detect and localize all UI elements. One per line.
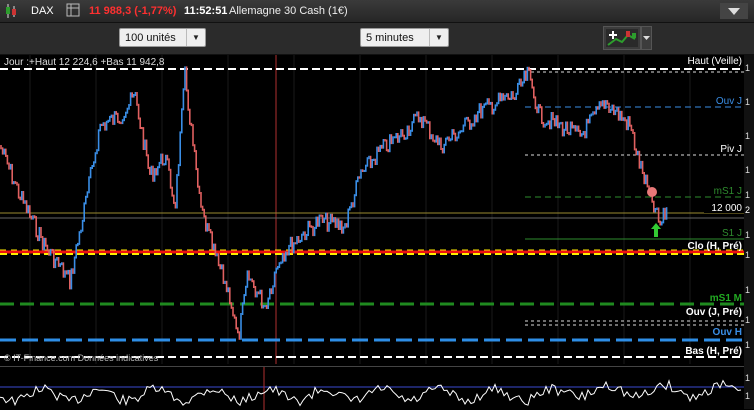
scale-mark: 1	[745, 190, 751, 200]
price-change: 11 988,3 (-1,77%)	[89, 5, 177, 17]
level-label-s1-j: S1 J	[721, 228, 742, 239]
scale-mark: 1	[745, 165, 751, 175]
scale-mark: 2	[745, 205, 751, 215]
period-select[interactable]: 5 minutes ▼	[360, 28, 449, 47]
level-label-bas-h-pre: Bas (H, Pré)	[685, 346, 742, 357]
period-select-value: 5 minutes	[366, 32, 414, 44]
daily-high-low-info: Jour :+Haut 12 224,6 +Bas 11 942,8	[4, 57, 165, 68]
clock-time: 11:52:51	[184, 5, 228, 17]
chevron-down-icon	[643, 36, 650, 40]
scale-mark: 1	[745, 63, 751, 73]
chart-tools-icon	[606, 29, 638, 47]
quantity-select-value: 100 unités	[125, 32, 176, 44]
chart-tools-button[interactable]	[603, 26, 641, 50]
level-label-ouv-j: Ouv J	[715, 96, 742, 107]
level-label-ms1-j: mS1 J	[713, 186, 742, 197]
oscillator-panel[interactable]	[0, 366, 744, 410]
level-label-haut-veille: Haut (Veille)	[687, 56, 742, 67]
scale-mark: 1	[745, 315, 751, 325]
sell-signal-marker	[647, 187, 657, 197]
scale-mark: 1	[745, 391, 751, 401]
chart-grid	[29, 55, 691, 364]
data-source-watermark: © IT-Finance.com Données indicatives	[4, 353, 159, 363]
dropdown-arrow-icon[interactable]	[720, 3, 748, 23]
scale-mark: 1	[745, 285, 751, 295]
chevron-down-icon: ▼	[429, 29, 448, 46]
level-label-ouv-h: Ouv H	[712, 327, 742, 338]
scale-mark: 1	[745, 373, 751, 383]
price-tag-12000: 12 000	[711, 203, 742, 214]
scale-mark: 1	[745, 97, 751, 107]
oscillator-line	[0, 379, 742, 407]
level-label-ouv-j-pre: Ouv (J, Pré)	[685, 307, 742, 318]
chevron-down-icon: ▼	[186, 29, 205, 46]
scale-mark: 1	[745, 230, 751, 240]
candle-icon	[4, 3, 18, 23]
scale-mark: 1	[745, 131, 751, 141]
toolbar: 100 unités ▼ 5 minutes ▼	[0, 23, 754, 55]
scale-mark: 1	[745, 250, 751, 260]
level-label-clo-h-pre: Clo (H, Pré)	[687, 241, 742, 252]
chart-grid-icon[interactable]	[66, 3, 80, 21]
level-label-piv-j: Piv J	[720, 144, 742, 155]
level-label-ms1-m: mS1 M	[709, 293, 742, 304]
symbol-label: DAX	[31, 5, 54, 17]
title-bar: DAX 11 988,3 (-1,77%) 11:52:51 Allemagne…	[0, 0, 754, 23]
price-scale[interactable]: 1 1 1 1 1 2 1 1 1 1 1 1 1	[744, 55, 754, 409]
scale-mark: 1	[745, 340, 751, 350]
chart-tools-dropdown[interactable]	[641, 26, 652, 50]
quantity-select[interactable]: 100 unités ▼	[119, 28, 206, 47]
instrument-name: Allemagne 30 Cash (1€)	[229, 5, 348, 17]
price-chart[interactable]	[0, 55, 744, 364]
